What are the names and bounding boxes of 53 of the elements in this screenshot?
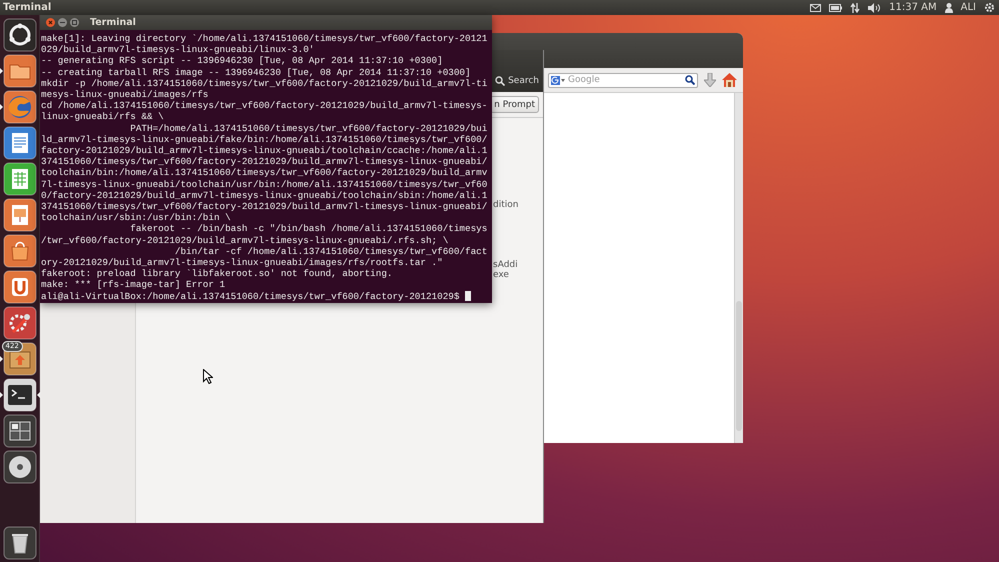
terminal-line: 029/build_armv7l-timesys-linux-gnueabi/linux-3.0' <box>41 44 314 56</box>
volume-icon[interactable] <box>868 2 882 12</box>
user-name[interactable]: ALI <box>960 2 976 13</box>
home-icon[interactable] <box>722 73 737 87</box>
terminal-line: /twr_vf600/factory-20121029/build_armv7l-timesys-linux-gnueabi/.rfs.sh; \ <box>41 234 448 246</box>
close-icon[interactable] <box>48 20 53 25</box>
terminal-line: toolchain/usr/sbin:/usr/bin:/bin \ <box>41 212 231 224</box>
terminal-line: toolchain/bin:/home/ali.1374151060/timesys/twr_vf600/factory-20121029/build_armv <box>41 167 488 179</box>
battery-icon[interactable] <box>829 4 842 12</box>
terminal-line: make: *** [rfs-image-tar] Error 1 <box>41 279 226 291</box>
terminal-line: fakeroot -- /bin/bash -c "/bin/bash /home/ali.1374151060/timesys <box>129 223 488 235</box>
search-label: Search <box>508 76 539 86</box>
maximize-button[interactable] <box>70 18 79 27</box>
search-icon[interactable] <box>685 75 695 85</box>
terminal-line: mkdir -p /home/ali.1374151060/timesys/twr_vf600/factory-20121029/build_armv7l-ti <box>41 78 488 90</box>
terminal-line: factory-20121029/build_armv7l-timesys-linux-gnueabi/toolchain/ccache:/home/ali.1 <box>41 145 488 156</box>
search-engine-icon[interactable] <box>551 76 566 84</box>
terminal-line: 7l-timesys-linux-gnueabi/toolchain/usr/bin:/home/ali.1374151060/timesys/twr_vf60 <box>41 178 488 190</box>
terminal-line: cd /home/ali.1374151060/timesys/twr_vf600/factory-20121029/build_armv7l-timesys- <box>41 100 488 112</box>
search-field[interactable]: Google <box>548 72 698 88</box>
list-item-text: dition <box>493 200 518 210</box>
mouse-pointer-icon <box>203 369 213 384</box>
terminal-line: -- generating RFS script -- 1396946230 [Tue, 08 Apr 2014 11:37:10 +0300] <box>41 55 443 67</box>
terminal-line: ory-20121029/build_armv7l-timesys-linux-gnueabi/images/rfs/rootfs.tar ." <box>41 257 443 268</box>
terminal-line: -- creating tarball RFS image -- 1396946230 [Tue, 08 Apr 2014 11:37:10 +0300] <box>41 66 471 78</box>
terminal-line: ali@ali-VirtualBox:/home/ali.1374151060/timesys/twr_vf600/factory-20121029$ <box>41 290 460 302</box>
terminal-line: PATH=/home/ali.1374151060/timesys/twr_vf600/factory-20121029/bui <box>129 122 488 134</box>
window-title: Terminal <box>90 17 136 28</box>
mail-icon[interactable] <box>810 4 822 12</box>
terminal-line: linux-gnueabi/rfs && \ <box>41 111 164 123</box>
terminal-line: fakeroot: preload library `libfakeroot.so' not found, aborting. <box>41 268 392 280</box>
list-item-text: exe <box>493 270 510 280</box>
terminal-line: mesys-linux-gnueabi/images/rfs <box>41 89 208 100</box>
terminal-line: ld_armv7l-timesys-linux-gnueabi/fake/bin:/home/ali.1374151060/timesys/twr_vf600/ <box>41 134 488 146</box>
prompt-button[interactable]: n Prompt <box>490 96 539 113</box>
close-button[interactable] <box>46 18 55 27</box>
list-item-text: sAddi <box>493 260 518 270</box>
minimize-icon[interactable] <box>60 20 65 25</box>
gear-icon[interactable] <box>984 2 995 13</box>
app-title: Terminal <box>2 2 52 13</box>
maximize-icon[interactable] <box>72 20 77 25</box>
terminal-line: make[1]: Leaving directory `/home/ali.1374151060/timesys/twr_vf600/factory-20121 <box>41 33 488 44</box>
scrollbar[interactable] <box>734 93 743 443</box>
terminal-line: 0/factory-20121029/build_armv7l-timesys-linux-gnueabi/toolchain/sbin:/home/ali.1 <box>41 190 488 202</box>
person-icon[interactable] <box>944 2 953 12</box>
clock[interactable]: 11:37 AM <box>889 2 937 13</box>
terminal-line: 374151060/timesys/twr_vf600/factory-20121029/build_armv7l-timesys-linux-gnueabi/ <box>41 156 488 168</box>
search-icon[interactable] <box>495 76 506 86</box>
minimize-button[interactable] <box>58 18 67 27</box>
terminal-line: /bin/tar -cf /home/ali.1374151060/timesys/twr_vf600/fact <box>174 246 488 258</box>
terminal-line: 374151060/timesys/twr_vf600/factory-20121029/build_armv7l-timesys-linux-gnueabi/ <box>41 201 488 212</box>
search-input[interactable]: Google <box>568 75 683 85</box>
network-arrows-icon[interactable] <box>850 2 860 12</box>
